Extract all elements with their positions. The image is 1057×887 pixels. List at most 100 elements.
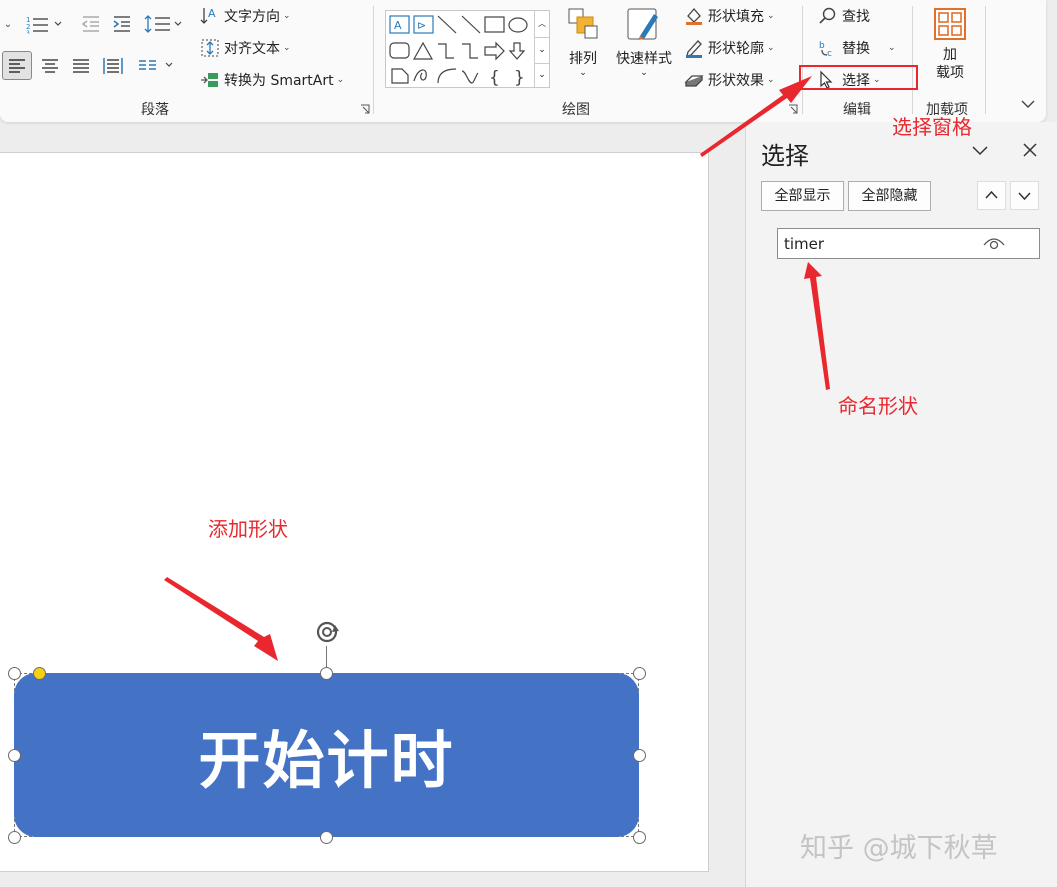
close-icon[interactable] (1020, 140, 1040, 160)
chevron-up-icon (985, 190, 998, 199)
find-label: 查找 (842, 9, 870, 25)
show-all-label: 全部显示 (774, 188, 831, 204)
svg-text:}: } (514, 68, 525, 87)
shape-effects-label: 形状效果 (708, 73, 764, 89)
svg-text:c: c (827, 49, 832, 58)
group-divider (985, 6, 986, 114)
rotation-handle-icon[interactable] (313, 619, 343, 647)
convert-smartart-label: 转换为 SmartArt (224, 73, 334, 89)
chevron-down-icon: ⌄ (767, 43, 775, 53)
svg-text:A: A (208, 7, 216, 20)
group-divider (373, 6, 374, 114)
shape-list-item[interactable]: timer (777, 228, 1040, 259)
send-backward-button[interactable] (1010, 181, 1039, 210)
paragraph-group-label: 段落 (141, 102, 169, 118)
quick-styles-label: 快速样式 (616, 51, 672, 67)
align-center-icon[interactable] (36, 52, 64, 80)
chevron-down-icon: ⌄ (579, 68, 587, 78)
replace-button[interactable]: bc 替换 ⌄ (818, 38, 896, 58)
replace-label: 替换 (842, 41, 870, 57)
arrange-button[interactable]: 排列 ⌄ (561, 6, 605, 86)
align-text-label: 对齐文本 (224, 41, 280, 57)
hide-all-button[interactable]: 全部隐藏 (848, 181, 931, 211)
editing-group-label: 编辑 (843, 102, 871, 118)
addins-button[interactable]: 加 载项 (928, 6, 972, 88)
selection-pane: 选择 全部显示 全部隐藏 timer (745, 122, 1057, 887)
resize-handle-w[interactable] (8, 749, 21, 762)
numbering-icon[interactable]: 123 (22, 12, 66, 36)
chevron-down-icon: ⌄ (767, 75, 775, 85)
drawing-group-label: 绘图 (562, 102, 590, 118)
shape-name-field[interactable]: timer (784, 235, 824, 253)
quick-styles-icon (627, 8, 658, 40)
increase-indent-icon[interactable] (109, 12, 135, 36)
shapes-gallery[interactable]: A ⊳ { } ︿ ⌄ ⌄ (385, 10, 550, 88)
find-button[interactable]: 查找 (818, 6, 870, 26)
paragraph-dialog-launcher-icon[interactable] (360, 104, 370, 114)
decrease-indent-icon[interactable] (78, 12, 104, 36)
resize-handle-se[interactable] (633, 831, 646, 844)
justify-icon[interactable] (67, 52, 95, 80)
convert-smartart-button[interactable]: 转换为 SmartArt ⌄ (200, 70, 344, 90)
group-divider (802, 6, 803, 114)
svg-text:{: { (489, 68, 500, 87)
svg-text:A: A (394, 19, 402, 32)
shape-text: 开始计时 (198, 724, 455, 797)
chevron-down-icon (1018, 192, 1031, 201)
addins-label-line1: 加 (943, 47, 957, 63)
shape-fill-button[interactable]: 形状填充 ⌄ (684, 6, 775, 26)
resize-handle-sw[interactable] (8, 831, 21, 844)
text-direction-label: 文字方向 (224, 9, 280, 25)
arrange-icon (568, 8, 598, 39)
resize-handle-ne[interactable] (633, 667, 646, 680)
ribbon: ⌄ 123 A 文字方向⌄ 对齐文本⌄ 转换为 SmartArt⌄ 段落 (0, 0, 1046, 122)
text-direction-button[interactable]: A 文字方向 ⌄ (200, 6, 291, 26)
line-spacing-icon[interactable] (143, 12, 185, 36)
addins-label-line2: 载项 (936, 65, 964, 81)
align-left-icon[interactable] (2, 51, 32, 80)
shape-effects-button[interactable]: 形状效果 ⌄ (684, 70, 775, 90)
svg-text:3: 3 (26, 30, 30, 34)
bullets-dropdown-icon[interactable]: ⌄ (0, 12, 16, 36)
collapse-ribbon-icon[interactable] (1019, 95, 1037, 113)
eye-icon[interactable] (983, 237, 1005, 251)
resize-handle-s[interactable] (320, 831, 333, 844)
shape-fill-label: 形状填充 (708, 9, 764, 25)
gallery-scroll-up-icon[interactable]: ︿ (534, 11, 549, 37)
pane-title: 选择 (761, 142, 809, 170)
pane-options-icon[interactable] (970, 140, 990, 160)
chevron-down-icon: ⌄ (640, 68, 648, 78)
annotation-select-pane: 选择窗格 (892, 115, 972, 139)
show-all-button[interactable]: 全部显示 (761, 181, 844, 211)
annotation-name-shape: 命名形状 (838, 394, 918, 418)
svg-text:b: b (819, 41, 825, 51)
bring-forward-button[interactable] (977, 181, 1006, 210)
chevron-down-icon: ⌄ (283, 43, 291, 53)
annotation-add-shape: 添加形状 (208, 517, 288, 541)
distributed-icon[interactable] (99, 52, 127, 80)
shape-outline-label: 形状轮廓 (708, 41, 764, 57)
start-timer-shape[interactable]: 开始计时 (14, 673, 639, 837)
resize-handle-nw[interactable] (8, 667, 21, 680)
columns-icon[interactable] (136, 52, 178, 80)
watermark: 知乎 @城下秋草 (800, 833, 998, 864)
hide-all-label: 全部隐藏 (861, 188, 918, 204)
svg-text:⊳: ⊳ (417, 19, 426, 32)
shape-outline-button[interactable]: 形状轮廓 ⌄ (684, 38, 775, 58)
gallery-scroll-down-icon[interactable]: ⌄ (534, 37, 549, 63)
chevron-down-icon: ⌄ (336, 75, 345, 85)
chevron-down-icon: ⌄ (888, 43, 896, 53)
corner-adjust-handle[interactable] (33, 667, 46, 680)
resize-handle-n[interactable] (320, 667, 333, 680)
gallery-more-icon[interactable]: ⌄ (534, 63, 549, 87)
group-divider (912, 6, 913, 114)
align-text-button[interactable]: 对齐文本 ⌄ (200, 38, 291, 58)
shapes-gallery-icon: A ⊳ { } (389, 15, 528, 88)
arrange-label: 排列 (569, 51, 597, 67)
drawing-dialog-launcher-icon[interactable] (788, 104, 798, 114)
quick-styles-button[interactable]: 快速样式 ⌄ (610, 6, 678, 86)
resize-handle-e[interactable] (633, 749, 646, 762)
addins-grid-icon (934, 8, 966, 40)
select-button-highlight-box (799, 65, 918, 90)
chevron-down-icon: ⌄ (767, 11, 775, 21)
